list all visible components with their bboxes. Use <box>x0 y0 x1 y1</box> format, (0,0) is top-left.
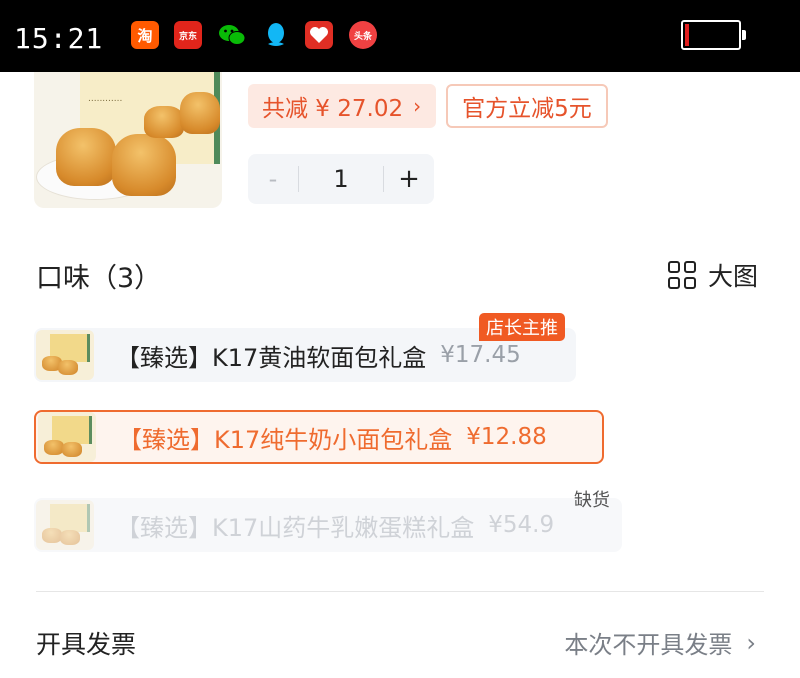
invoice-selector[interactable]: 本次不开具发票 › <box>564 625 756 660</box>
clock: 15:21 <box>14 22 104 55</box>
chevron-right-icon: › <box>413 94 422 118</box>
option-label: 【臻选】K17山药牛乳嫩蛋糕礼盒 <box>116 513 475 542</box>
total-discount-tag[interactable]: 共减 ¥ 27.02 › <box>248 84 436 128</box>
toutiao-icon: 头条 <box>349 21 377 49</box>
invoice-label: 开具发票 <box>36 630 137 659</box>
wechat-icon <box>218 21 246 49</box>
option-thumbnail <box>36 330 94 380</box>
option-price: ¥12.88 <box>466 424 547 450</box>
flavor-option-milk-bread[interactable]: 【臻选】K17纯牛奶小面包礼盒 ¥12.88 <box>34 410 604 464</box>
taobao-icon: 淘 <box>131 21 159 49</box>
increase-button[interactable]: + <box>384 164 434 194</box>
recommended-badge: 店长主推 <box>479 313 565 341</box>
grid-icon <box>668 261 696 289</box>
qq-icon <box>262 21 290 49</box>
status-bar: 15:21 淘 京东 头条 <box>0 0 800 72</box>
out-of-stock-badge: 缺货 <box>574 490 610 511</box>
discount-text: 共减 ¥ 27.02 <box>262 96 404 122</box>
divider <box>36 591 764 592</box>
option-price: ¥54.9 <box>488 512 555 538</box>
invoice-value: 本次不开具发票 <box>564 631 733 659</box>
chevron-right-icon: › <box>746 628 756 657</box>
product-image[interactable]: ............ <box>34 72 222 208</box>
quantity-value[interactable]: 1 <box>299 165 383 193</box>
big-picture-label: 大图 <box>708 262 759 291</box>
jd-icon: 京东 <box>174 21 202 49</box>
option-price: ¥17.45 <box>440 342 521 368</box>
flavor-section-title: 口味（3） <box>36 263 162 294</box>
big-picture-toggle[interactable]: 大图 <box>668 257 758 293</box>
battery-icon <box>681 20 746 50</box>
quantity-stepper: - 1 + <box>248 154 434 204</box>
option-thumbnail <box>38 412 96 462</box>
option-thumbnail <box>36 500 94 550</box>
option-label: 【臻选】K17黄油软面包礼盒 <box>116 343 427 372</box>
option-label: 【臻选】K17纯牛奶小面包礼盒 <box>118 425 453 454</box>
decrease-button[interactable]: - <box>248 165 298 193</box>
pinduoduo-icon <box>305 21 333 49</box>
flavor-option-yam-cake[interactable]: 【臻选】K17山药牛乳嫩蛋糕礼盒 ¥54.9 <box>34 498 622 552</box>
official-discount-tag: 官方立减5元 <box>446 84 608 128</box>
